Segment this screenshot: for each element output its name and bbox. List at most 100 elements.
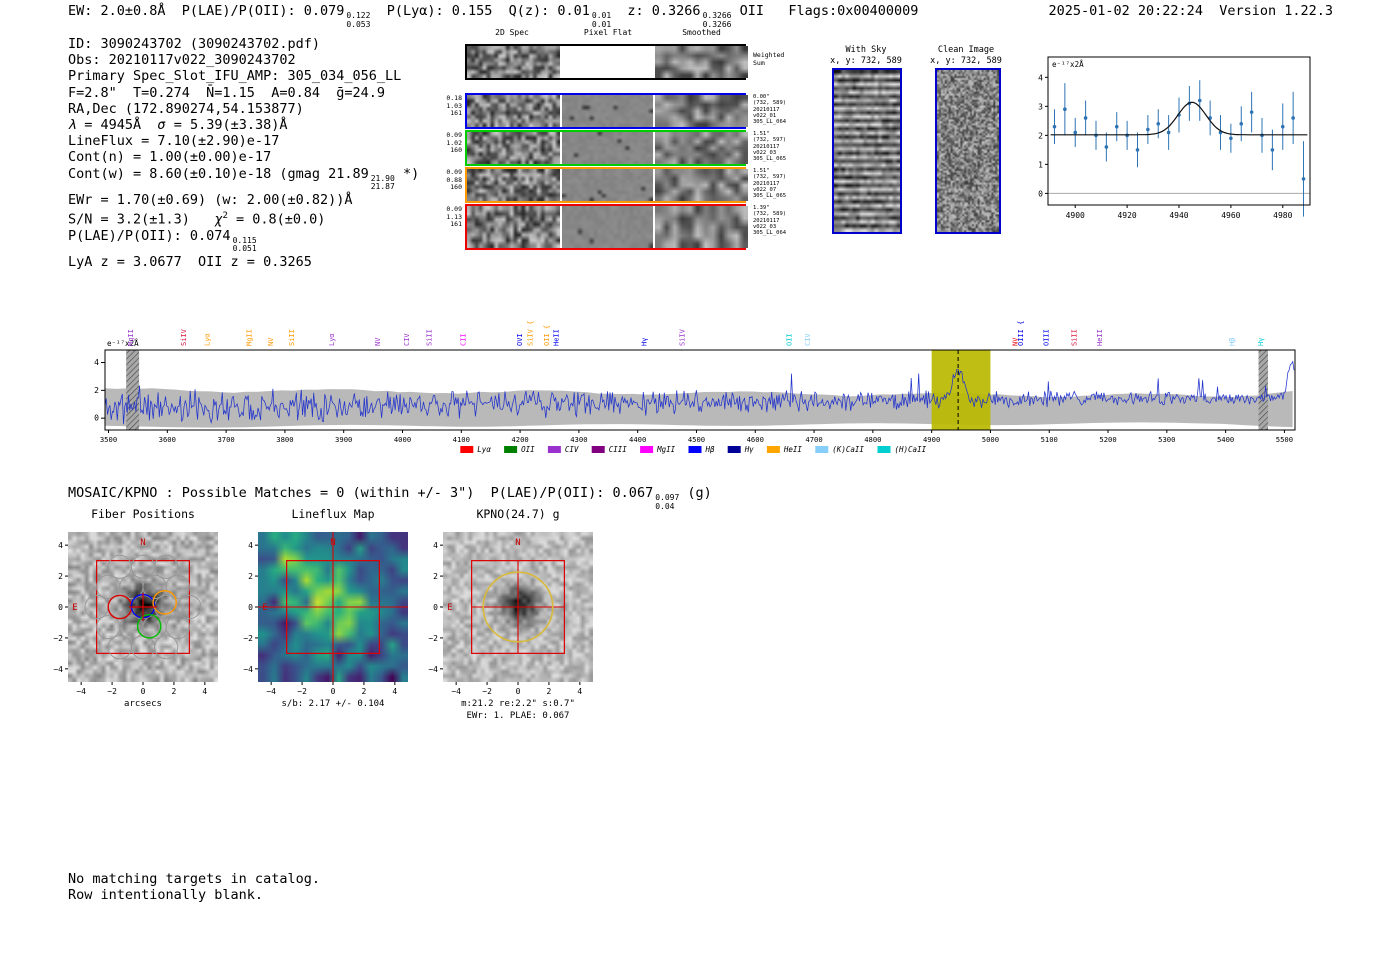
- legend-label: CIII: [609, 445, 628, 454]
- legend-swatch: [815, 446, 829, 453]
- data-point: [1146, 127, 1150, 132]
- tick-label: 5000: [982, 435, 999, 444]
- emission-line-label: MgII: [127, 329, 135, 346]
- spec2d-row-left-label: 0.09 1.13 161: [446, 205, 462, 228]
- data-point: [1052, 124, 1057, 129]
- tick-label: 4: [58, 541, 63, 550]
- text-segment: Obs: 20210117v022_3090243702: [68, 52, 296, 69]
- tick-label: −4: [451, 687, 461, 696]
- fiber-circle: [130, 635, 156, 660]
- data-point: [1280, 124, 1285, 129]
- tick-label: 4900: [923, 435, 940, 444]
- emission-line-label: Hγ: [1257, 338, 1265, 346]
- emission-line-label: OVI: [516, 333, 524, 346]
- legend-swatch: [766, 446, 780, 453]
- data-point: [1291, 116, 1295, 120]
- tick-label: 2: [1038, 131, 1043, 140]
- column-header-pixel-flat: Pixel Flat: [583, 28, 633, 37]
- full-spectrum-plot: 3500 3600 3700 3800 3900 4000 4100 4200 4300 4400…: [94, 321, 1296, 454]
- tick-label: 2: [58, 572, 63, 581]
- emission-line-label: CII: [460, 333, 468, 346]
- emission-line-label: Lyα: [203, 333, 211, 346]
- tick-label: −2: [482, 687, 492, 696]
- tick-label: 3600: [159, 435, 176, 444]
- clean-image-title: Clean Image: [937, 45, 995, 55]
- legend-label: (K)CaII: [832, 445, 864, 454]
- emission-line-label: NV: [267, 337, 275, 346]
- tick-label: 4100: [453, 435, 470, 444]
- tick-label: 5200: [1099, 435, 1116, 444]
- text-segment: z: 0.3266: [611, 3, 701, 19]
- tick-label: 4: [392, 687, 397, 696]
- highlighted-fiber-circle: [152, 590, 177, 615]
- pixel-flat-cutout: [562, 132, 653, 164]
- emission-line-label: OIII {: [1017, 321, 1025, 346]
- emission-line-label: Hβ: [1229, 338, 1237, 346]
- spec2d-row: [465, 93, 748, 129]
- legend-label: (H)CaII: [895, 445, 927, 454]
- footer-line-1: No matching targets in catalog.: [68, 871, 320, 887]
- fiber-positions-xlabel: arcsecs: [124, 699, 162, 709]
- legend-label: Hγ: [744, 445, 755, 454]
- legend-label: MgII: [656, 445, 676, 454]
- fiber-circle: [154, 594, 179, 620]
- spec2d-row-left-label: 0.18 1.03 161: [446, 94, 462, 117]
- tick-label: 4900: [1066, 211, 1085, 220]
- fiber-circle: [96, 615, 121, 640]
- fiber-positions-overlay: −4 −2 0 2 4 4 2 0 −2 −4 N E: [53, 538, 207, 696]
- fiber-circle: [107, 635, 132, 660]
- fiber-circle: [165, 615, 190, 640]
- text-segment: Cont(w) = 8.60(±0.10)e-18 (gmag 21.89: [68, 165, 369, 182]
- fiber-circle: [107, 554, 132, 579]
- legend-swatch: [504, 446, 518, 453]
- info-line: LineFlux = 7.10(±2.90)e-17: [68, 133, 419, 149]
- pixel-flat-cutout: [562, 206, 653, 248]
- smoothed-cutout: [655, 132, 748, 164]
- legend-label: Lyα: [477, 445, 491, 454]
- tick-label: −4: [266, 687, 276, 696]
- tick-label: −2: [53, 634, 63, 643]
- tick-label: −2: [297, 687, 307, 696]
- text-segment: S/N = 3.2(±1.3): [68, 211, 215, 228]
- tick-label: −4: [76, 687, 86, 696]
- emission-line-label: SiIV: [180, 328, 188, 346]
- smoothed-cutout: [655, 46, 748, 78]
- column-header-smoothed: Smoothed: [682, 28, 721, 37]
- legend-label: CIV: [565, 445, 579, 454]
- tick-label: 5400: [1217, 435, 1234, 444]
- legend-swatch: [460, 446, 474, 453]
- data-point: [1270, 148, 1275, 152]
- data-point: [1114, 124, 1119, 129]
- spec2d-row: [465, 204, 748, 250]
- fiber-circle: [154, 635, 179, 660]
- smoothed-cutout: [655, 206, 748, 248]
- tick-label: 5300: [1158, 435, 1175, 444]
- text-segment: F=2.8" T=0.274 N̄=1.15 A=0.84 ḡ=24.9: [68, 84, 385, 101]
- tick-label: 2: [362, 687, 367, 696]
- kpno-overlay: −4 −2 0 2 4 4 2 0 −2 −4 N E: [428, 538, 582, 696]
- tick-label: 0: [433, 603, 438, 612]
- data-point: [1239, 121, 1244, 126]
- emission-line-label: Lyα: [328, 333, 336, 346]
- spec2d-row-left-label: 0.09 1.02 160: [446, 131, 462, 154]
- tick-label: 4: [1038, 73, 1043, 82]
- with-sky-coords: x, y: 732, 589: [830, 56, 902, 66]
- tick-label: 3900: [335, 435, 352, 444]
- pixel-flat-cutout: [562, 46, 653, 78]
- info-line: Primary Spec_Slot_IFU_AMP: 305_034_056_L…: [68, 68, 419, 84]
- 2d-spec-cutout: [467, 95, 560, 127]
- tick-label: 2: [172, 687, 177, 696]
- text-segment: P(Lyα): 0.155 Q(z): 0.01: [370, 3, 590, 19]
- info-line: Cont(w) = 8.60(±0.10)e-18 (gmag 21.89 21.…: [68, 166, 419, 192]
- compass-east-label: E: [262, 603, 267, 613]
- pixel-flat-cutout: [562, 95, 653, 127]
- compass-east-label: E: [72, 603, 77, 613]
- data-point: [1229, 136, 1233, 141]
- emission-line-label: HeII: [553, 329, 561, 346]
- emission-line-label: SiII: [1071, 329, 1079, 346]
- tick-label: 3700: [217, 435, 234, 444]
- tick-label: 4920: [1117, 211, 1136, 220]
- emission-line-label: SiIV {: [527, 321, 535, 346]
- masked-region: [1258, 350, 1268, 430]
- tick-label: −2: [243, 634, 253, 643]
